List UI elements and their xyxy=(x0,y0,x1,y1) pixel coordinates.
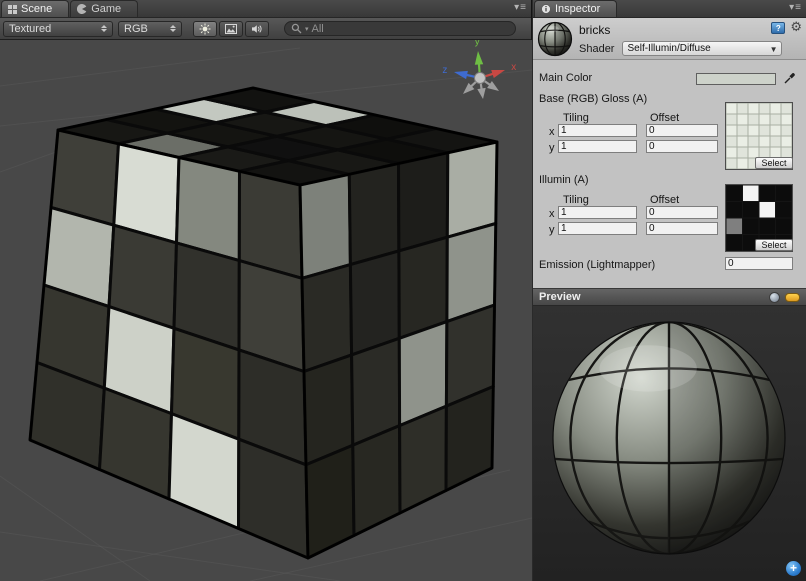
scene-panel-menu-icon[interactable]: ▾≡ xyxy=(514,2,527,13)
tab-inspector[interactable]: Inspector xyxy=(534,0,617,17)
tab-inspector-label: Inspector xyxy=(555,3,600,15)
draw-mode-value: Textured xyxy=(9,23,51,35)
search-placeholder: All xyxy=(312,23,324,35)
game-pacman-icon xyxy=(77,4,87,14)
material-header: bricks Shader Self-Illumin/Diffuse ▼ ? ⚙ xyxy=(533,18,806,60)
svg-text:x: x xyxy=(511,62,516,73)
scene-viewport[interactable]: z x y xyxy=(0,40,532,581)
shader-dropdown[interactable]: Self-Illumin/Diffuse ▼ xyxy=(622,41,782,56)
material-name: bricks xyxy=(579,23,610,37)
preview-sphere-mode-icon[interactable] xyxy=(769,292,780,303)
preview-header[interactable]: Preview xyxy=(533,288,806,306)
base-offset-y-input[interactable] xyxy=(646,140,718,153)
search-icon xyxy=(291,23,302,34)
illumin-offset-x-input[interactable] xyxy=(646,206,718,219)
illumin-section-label: Illumin (A) xyxy=(539,174,589,186)
preview-area[interactable]: + xyxy=(533,306,806,581)
illumin-offset-y-input[interactable] xyxy=(646,222,718,235)
inspector-panel: Inspector ▾≡ bricks Shader Self-Illumin/… xyxy=(533,0,806,581)
illumin-texture-select-button[interactable]: Select xyxy=(755,239,793,251)
unity-editor-window: Scene Game ▾≡ Textured RGB xyxy=(0,0,806,581)
scene-grid-icon xyxy=(8,5,17,14)
illumin-y-label: y xyxy=(549,224,555,236)
audio-toggle-button[interactable] xyxy=(245,21,269,37)
base-offset-x-input[interactable] xyxy=(646,124,718,137)
illumin-tiling-x-input[interactable] xyxy=(558,206,637,219)
material-sphere-icon xyxy=(537,21,573,57)
base-tiling-y-input[interactable] xyxy=(558,140,637,153)
updown-arrows-icon xyxy=(170,25,176,32)
speaker-icon xyxy=(251,24,263,34)
emission-label: Emission (Lightmapper) xyxy=(539,259,655,271)
search-filter-arrow-icon: ▾ xyxy=(305,25,309,33)
help-icon[interactable]: ? xyxy=(771,22,785,34)
base-tiling-header: Tiling xyxy=(563,112,589,124)
info-icon xyxy=(541,4,551,14)
tab-game[interactable]: Game xyxy=(70,0,138,17)
main-color-label: Main Color xyxy=(539,72,592,84)
color-mode-value: RGB xyxy=(124,23,148,35)
lighting-toggle-button[interactable] xyxy=(193,21,217,37)
scene-search-input[interactable]: ▾ All xyxy=(284,21,516,36)
base-section-label: Base (RGB) Gloss (A) xyxy=(539,93,647,105)
preview-title: Preview xyxy=(539,291,581,303)
emission-input[interactable] xyxy=(725,257,793,270)
illumin-tiling-header: Tiling xyxy=(563,194,589,206)
tab-scene[interactable]: Scene xyxy=(1,0,69,17)
base-offset-header: Offset xyxy=(650,112,679,124)
color-mode-dropdown[interactable]: RGB xyxy=(118,21,182,37)
material-preview-sphere xyxy=(533,306,806,581)
svg-text:y: y xyxy=(475,40,480,48)
gear-icon[interactable]: ⚙ xyxy=(790,22,802,34)
shader-label: Shader xyxy=(579,43,614,55)
scene-tabstrip: Scene Game ▾≡ xyxy=(0,0,531,18)
tab-scene-label: Scene xyxy=(21,3,52,15)
preview-light-toggle-icon[interactable] xyxy=(785,293,800,302)
base-x-label: x xyxy=(549,126,555,138)
scene-toolbar: Textured RGB xyxy=(0,18,531,40)
base-tiling-x-input[interactable] xyxy=(558,124,637,137)
image-icon xyxy=(225,24,237,34)
updown-arrows-icon xyxy=(101,25,107,32)
scene-3d-render: z x y xyxy=(0,40,532,581)
shader-value: Self-Illumin/Diffuse xyxy=(627,43,710,54)
base-y-label: y xyxy=(549,142,555,154)
eyedropper-icon[interactable] xyxy=(782,71,796,85)
material-thumbnail[interactable] xyxy=(537,21,573,57)
add-button[interactable]: + xyxy=(786,561,801,576)
main-color-swatch[interactable] xyxy=(696,73,776,85)
illumin-offset-header: Offset xyxy=(650,194,679,206)
inspector-tabstrip: Inspector ▾≡ xyxy=(533,0,806,18)
scene-panel: Scene Game ▾≡ Textured RGB xyxy=(0,0,532,581)
sun-icon xyxy=(199,23,211,35)
illumin-tiling-y-input[interactable] xyxy=(558,222,637,235)
inspector-panel-menu-icon[interactable]: ▾≡ xyxy=(789,2,802,13)
draw-mode-dropdown[interactable]: Textured xyxy=(3,21,113,37)
material-properties: Main Color Base (RGB) Gloss (A) Tiling O… xyxy=(533,60,806,288)
svg-text:z: z xyxy=(442,65,447,76)
tab-game-label: Game xyxy=(91,3,121,15)
chevron-down-icon: ▼ xyxy=(770,45,778,54)
render-overlay-button[interactable] xyxy=(219,21,243,37)
illumin-x-label: x xyxy=(549,208,555,220)
base-texture-select-button[interactable]: Select xyxy=(755,157,793,169)
